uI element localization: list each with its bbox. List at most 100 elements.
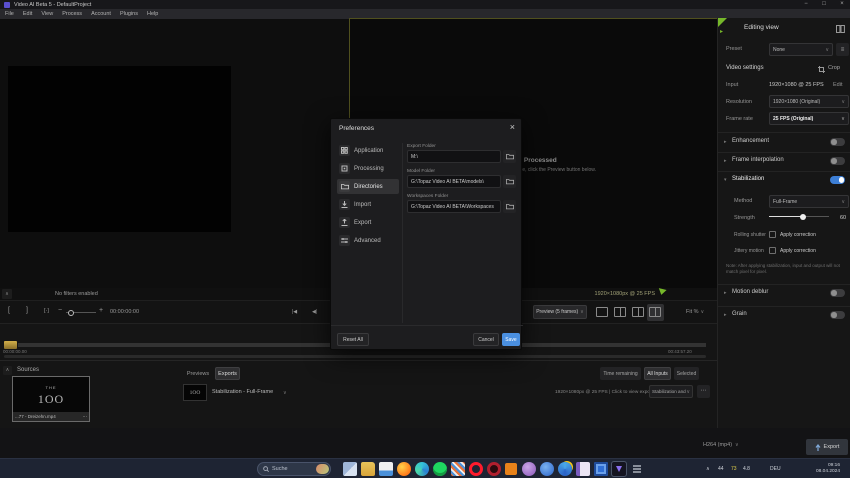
strength-slider-knob[interactable] bbox=[800, 214, 806, 220]
motion-deblur-caret-icon[interactable]: ▸ bbox=[724, 290, 727, 296]
menu-edit[interactable]: Edit bbox=[23, 11, 32, 17]
timeline-clip[interactable] bbox=[4, 341, 17, 349]
framerate-dropdown[interactable]: 25 FPS (Original) ∨ bbox=[769, 112, 849, 125]
collapse-sources-icon[interactable]: ∧ bbox=[3, 366, 12, 375]
export-item-thumbnail[interactable]: 1OO bbox=[183, 384, 207, 401]
search-daily-image[interactable] bbox=[316, 464, 329, 474]
grain-caret-icon[interactable]: ▸ bbox=[724, 312, 727, 318]
preview-button[interactable]: Preview (5 frames) ∨ bbox=[533, 305, 587, 319]
fit-zoom-dropdown[interactable]: Fit % ∨ bbox=[686, 309, 704, 315]
source-more-icon[interactable]: ⋯ bbox=[83, 412, 88, 421]
model-folder-input[interactable]: G:\Topaz Video AI BETA\models\ bbox=[407, 175, 501, 188]
amber-app-icon[interactable] bbox=[505, 463, 517, 475]
motion-deblur-toggle[interactable] bbox=[830, 289, 845, 297]
collapse-filters-icon[interactable]: ∧ bbox=[2, 289, 12, 299]
workspaces-folder-browse-button[interactable] bbox=[503, 200, 516, 213]
tab-import[interactable]: Import bbox=[337, 197, 399, 212]
dialog-close-icon[interactable]: × bbox=[510, 122, 515, 132]
frame-interpolation-label[interactable]: Frame interpolation bbox=[732, 157, 784, 163]
edge-icon[interactable] bbox=[415, 462, 429, 476]
workspaces-folder-input[interactable]: G:\Topaz Video AI BETA\Workspaces bbox=[407, 200, 501, 213]
timeline-zoom-knob[interactable] bbox=[68, 310, 74, 316]
close-button[interactable]: × bbox=[834, 0, 850, 9]
export-item-chevron-icon[interactable]: ∨ bbox=[283, 390, 287, 396]
mail-icon[interactable] bbox=[379, 462, 393, 476]
frame-interpolation-caret-icon[interactable]: ▸ bbox=[724, 158, 727, 164]
playhead-marker[interactable] bbox=[657, 288, 666, 296]
stabilization-label[interactable]: Stabilization bbox=[732, 176, 764, 182]
output-format-dropdown[interactable]: H264 (mp4) ∨ bbox=[703, 442, 739, 448]
keyboard-language[interactable]: DEU bbox=[770, 466, 781, 478]
source-thumbnail[interactable]: THE 1OO ...77 - Dreizehn.mp4 ⋯ bbox=[12, 376, 90, 422]
menu-plugins[interactable]: Plugins bbox=[120, 11, 138, 17]
audio-mixer-icon[interactable] bbox=[630, 462, 644, 476]
resolution-dropdown[interactable]: 1920×1080 (Original) ∨ bbox=[769, 95, 849, 108]
export-more-button[interactable]: ⋯ bbox=[697, 385, 710, 398]
reset-all-button[interactable]: Reset All bbox=[337, 333, 369, 346]
purple-app-icon[interactable] bbox=[522, 462, 536, 476]
motion-deblur-label[interactable]: Motion deblur bbox=[732, 289, 768, 295]
tab-directories[interactable]: Directories bbox=[337, 179, 399, 194]
movies-icon[interactable] bbox=[594, 462, 608, 476]
preset-menu-button[interactable]: ≡ bbox=[836, 43, 849, 56]
stabilization-caret-icon[interactable]: ▾ bbox=[724, 177, 727, 183]
layout-columns-icon[interactable] bbox=[836, 25, 845, 33]
zoom-in-icon[interactable]: + bbox=[99, 307, 103, 314]
export-filter-dropdown[interactable]: Stabilization and... ∨ bbox=[649, 385, 693, 398]
file-explorer-icon[interactable] bbox=[361, 462, 375, 476]
photos-icon[interactable] bbox=[558, 462, 572, 476]
view-split-icon[interactable] bbox=[614, 307, 626, 317]
trim-clear-icon[interactable]: [·] bbox=[44, 308, 49, 314]
panel-collapse-icon[interactable]: ▸ bbox=[720, 28, 723, 35]
task-view-icon[interactable] bbox=[343, 462, 357, 476]
crop-icon[interactable] bbox=[818, 66, 825, 73]
spotify-icon[interactable] bbox=[433, 462, 447, 476]
tab-processing[interactable]: Processing bbox=[337, 161, 399, 176]
strength-slider[interactable] bbox=[769, 213, 829, 214]
menu-process[interactable]: Process bbox=[62, 11, 82, 17]
affinity-icon[interactable] bbox=[451, 462, 465, 476]
media-app-icon[interactable] bbox=[487, 462, 501, 476]
export-folder-browse-button[interactable] bbox=[503, 150, 516, 163]
method-dropdown[interactable]: Full-Frame ∨ bbox=[769, 195, 849, 208]
search-input[interactable]: Suche bbox=[257, 462, 331, 476]
tab-exports[interactable]: Exports bbox=[215, 367, 240, 380]
menu-account[interactable]: Account bbox=[91, 11, 111, 17]
opera-icon[interactable] bbox=[469, 462, 483, 476]
tab-previews[interactable]: Previews bbox=[184, 367, 212, 380]
grain-toggle[interactable] bbox=[830, 311, 845, 319]
tab-advanced[interactable]: Advanced bbox=[337, 233, 399, 248]
preset-dropdown[interactable]: None ∨ bbox=[769, 43, 833, 56]
tab-application[interactable]: Application bbox=[337, 143, 399, 158]
clock[interactable]: 09:16 08.04.2024 bbox=[808, 463, 840, 475]
maximize-button[interactable]: □ bbox=[816, 0, 832, 9]
zoom-out-icon[interactable]: − bbox=[58, 307, 62, 314]
stabilization-toggle[interactable] bbox=[830, 176, 845, 184]
export-item-label[interactable]: Stabilization - Full-Frame bbox=[212, 389, 273, 395]
minimize-button[interactable]: − bbox=[798, 0, 814, 9]
save-button[interactable]: Save bbox=[502, 333, 520, 346]
step-back-icon[interactable]: |◀ bbox=[292, 309, 297, 315]
grain-label[interactable]: Grain bbox=[732, 311, 747, 317]
enhancement-toggle[interactable] bbox=[830, 138, 845, 146]
view-single-icon[interactable] bbox=[596, 307, 608, 317]
trim-out-icon[interactable]: ] bbox=[26, 307, 28, 314]
cancel-button[interactable]: Cancel bbox=[473, 333, 499, 346]
enhancement-label[interactable]: Enhancement bbox=[732, 138, 769, 144]
time-remaining-button[interactable]: Time remaining bbox=[600, 367, 641, 380]
menu-view[interactable]: View bbox=[41, 11, 53, 17]
crop-link[interactable]: Crop bbox=[828, 65, 840, 71]
input-video-frame[interactable] bbox=[8, 66, 231, 232]
firefox-icon[interactable] bbox=[397, 462, 411, 476]
frame-interpolation-toggle[interactable] bbox=[830, 157, 845, 165]
tray-expand-icon[interactable]: ∧ bbox=[706, 466, 710, 478]
selected-button[interactable]: Selected bbox=[674, 367, 699, 380]
step-forward-icon[interactable]: ◀| bbox=[312, 309, 317, 315]
jittery-motion-checkbox[interactable] bbox=[769, 247, 776, 254]
menu-file[interactable]: File bbox=[5, 11, 14, 17]
view-compare-selected[interactable] bbox=[647, 304, 664, 321]
topaz-video-ai-icon[interactable] bbox=[612, 462, 626, 476]
rolling-shutter-checkbox[interactable] bbox=[769, 231, 776, 238]
model-folder-browse-button[interactable] bbox=[503, 175, 516, 188]
export-status-text[interactable]: 1920×1080px @ 25 FPS | Click to view exp… bbox=[555, 390, 653, 395]
